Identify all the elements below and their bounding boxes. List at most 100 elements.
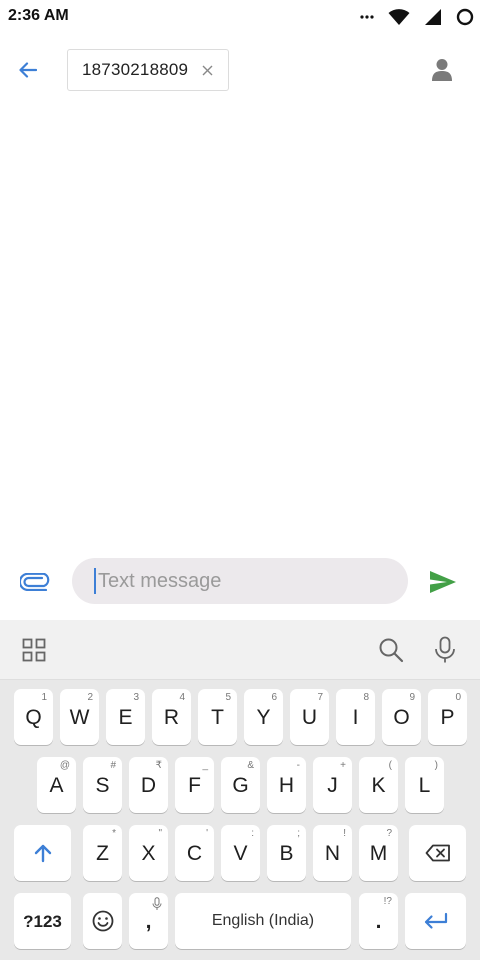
message-placeholder: Text message — [98, 569, 222, 592]
close-icon — [202, 65, 212, 75]
key-hint: 9 — [409, 692, 415, 703]
key-t[interactable]: 5T — [198, 689, 237, 745]
key-g[interactable]: & G — [221, 757, 260, 813]
arrow-left-icon — [19, 62, 37, 78]
key-label: Z — [96, 841, 109, 865]
backspace-key[interactable] — [409, 825, 466, 881]
comma-label: , — [145, 909, 152, 933]
key-z[interactable]: * Z — [83, 825, 122, 881]
key-hint: ( — [388, 760, 392, 771]
key-label: L — [418, 773, 431, 797]
back-button[interactable] — [12, 54, 44, 86]
key-m[interactable]: ? M — [359, 825, 398, 881]
key-w[interactable]: 2W — [60, 689, 99, 745]
key-hint: _ — [202, 760, 208, 771]
key-hint: - — [296, 760, 300, 771]
recipient-number: 18730218809 — [82, 60, 189, 79]
key-v[interactable]: :V — [221, 825, 260, 881]
key-u[interactable]: 7U — [290, 689, 329, 745]
key-d[interactable]: ₹ D — [129, 757, 168, 813]
shift-arrow-icon — [34, 844, 51, 863]
emoji-icon — [92, 910, 113, 932]
status-icons — [360, 6, 474, 28]
key-label: O — [393, 705, 410, 729]
key-hint: 0 — [455, 692, 461, 703]
send-icon — [430, 571, 456, 593]
key-i[interactable]: 8I — [336, 689, 375, 745]
shift-key[interactable] — [14, 825, 71, 881]
key-b[interactable]: ; B — [267, 825, 306, 881]
key-hint: !? — [383, 896, 392, 907]
key-s[interactable]: # S — [83, 757, 122, 813]
key-hint: 1 — [41, 692, 47, 703]
remove-recipient-button[interactable] — [198, 61, 216, 79]
paperclip-icon — [20, 573, 50, 591]
key-l[interactable]: ) L — [405, 757, 444, 813]
period-key[interactable]: !?. — [359, 893, 398, 949]
space-key[interactable]: English (India) — [175, 893, 351, 949]
key-label: Y — [256, 705, 271, 729]
recipient-chip[interactable]: 18730218809 — [67, 49, 229, 91]
key-label: J — [327, 773, 338, 797]
key-hint: 3 — [133, 692, 139, 703]
key-q[interactable]: 1Q — [14, 689, 53, 745]
text-caret — [94, 568, 96, 594]
key-c[interactable]: ' C — [175, 825, 214, 881]
key-a[interactable]: @ A — [37, 757, 76, 813]
symbols-key[interactable]: ?123 — [14, 893, 71, 949]
enter-icon — [424, 912, 447, 929]
key-y[interactable]: 6Y — [244, 689, 283, 745]
key-label: U — [301, 705, 318, 729]
key-hint: @ — [59, 760, 70, 771]
key-k[interactable]: (K — [359, 757, 398, 813]
key-hint: & — [247, 760, 254, 771]
key-label: I — [352, 705, 359, 729]
key-label: E — [118, 705, 133, 729]
key-hint: # — [110, 760, 116, 771]
comma-key[interactable]: , — [129, 893, 168, 949]
key-hint: ? — [386, 828, 392, 839]
key-label: F — [188, 773, 201, 797]
key-label: H — [278, 773, 295, 797]
circle-status-icon — [456, 8, 474, 26]
key-hint: ! — [343, 828, 346, 839]
key-f[interactable]: _ F — [175, 757, 214, 813]
symbols-label: ?123 — [23, 911, 62, 931]
key-h[interactable]: -H — [267, 757, 306, 813]
key-label: S — [95, 773, 110, 797]
key-hint: 8 — [363, 692, 369, 703]
key-hint: : — [251, 828, 254, 839]
person-icon — [432, 59, 452, 81]
emoji-key[interactable] — [83, 893, 122, 949]
attach-button[interactable] — [18, 564, 54, 600]
enter-key[interactable] — [405, 893, 466, 949]
key-hint: ) — [434, 760, 438, 771]
contact-button[interactable] — [428, 56, 456, 84]
keyboard-apps-button[interactable] — [22, 638, 46, 662]
key-n[interactable]: ! N — [313, 825, 352, 881]
send-button[interactable] — [426, 565, 460, 599]
search-icon — [379, 638, 404, 663]
key-p[interactable]: 0P — [428, 689, 467, 745]
key-x[interactable]: " X — [129, 825, 168, 881]
key-hint: ' — [206, 828, 208, 839]
key-hint: ₹ — [155, 760, 162, 771]
key-hint: + — [340, 760, 346, 771]
key-o[interactable]: 9O — [382, 689, 421, 745]
message-input[interactable]: Text message — [72, 558, 408, 604]
key-label: K — [371, 773, 386, 797]
key-j[interactable]: + J — [313, 757, 352, 813]
key-hint: " — [158, 828, 162, 839]
mic-icon — [435, 636, 455, 663]
key-label: V — [233, 841, 248, 865]
compose-row: Text message — [0, 555, 480, 609]
key-r[interactable]: 4R — [152, 689, 191, 745]
period-label: . — [375, 909, 382, 933]
key-label: Q — [25, 705, 42, 729]
keyboard-toolbar — [0, 620, 480, 680]
keyboard-voice-button[interactable] — [434, 636, 456, 664]
keyboard-search-button[interactable] — [378, 637, 404, 663]
key-hint: 7 — [317, 692, 323, 703]
key-label: D — [140, 773, 157, 797]
key-e[interactable]: 3E — [106, 689, 145, 745]
